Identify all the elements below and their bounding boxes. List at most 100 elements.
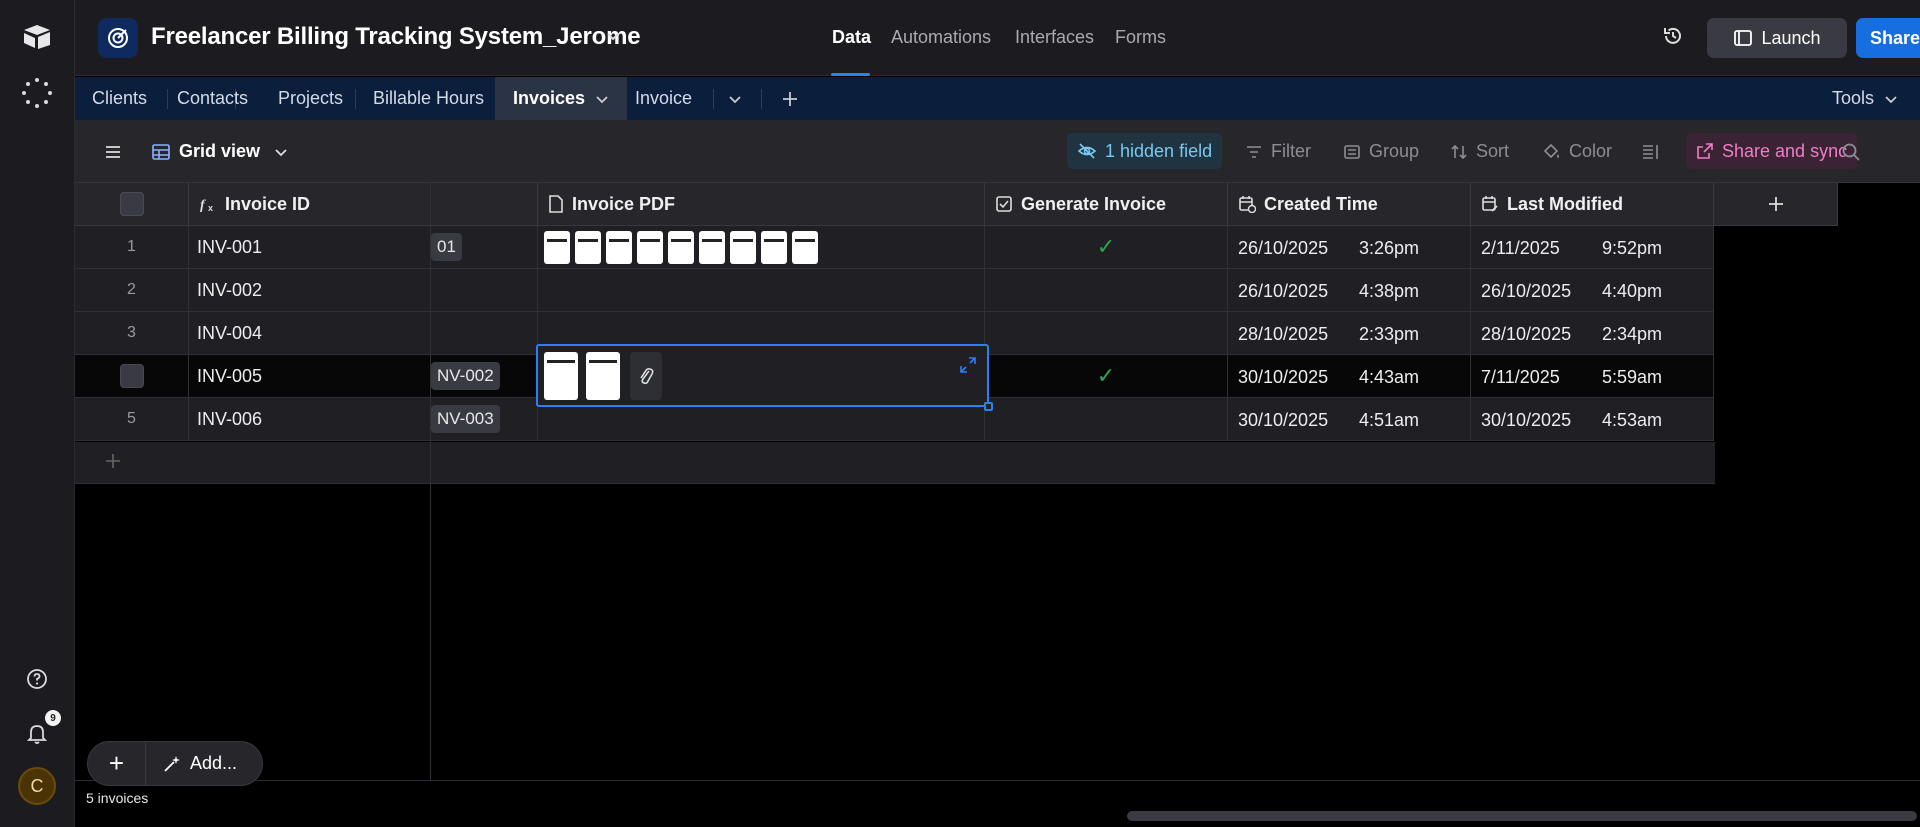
chevron-down-icon[interactable] bbox=[605, 28, 621, 49]
add-table-plus-icon[interactable] bbox=[781, 77, 799, 120]
column-header-generate-invoice[interactable]: Generate Invoice bbox=[985, 183, 1228, 226]
add-record-button[interactable]: + bbox=[88, 741, 146, 786]
date-text: 7/11/2025 bbox=[1481, 367, 1560, 387]
horizontal-scrollbar[interactable] bbox=[1127, 811, 1917, 821]
chevron-down-icon bbox=[1885, 95, 1897, 103]
created-time-cell: 30/10/2025 4:43am bbox=[1228, 355, 1471, 398]
attachment-thumbnail[interactable] bbox=[606, 230, 632, 264]
selected-attachment-cell[interactable] bbox=[536, 344, 993, 411]
share-and-sync-button[interactable]: Share and sync bbox=[1686, 133, 1858, 169]
invoice-pdf-cell[interactable] bbox=[538, 226, 985, 269]
color-button[interactable]: Color bbox=[1541, 120, 1612, 183]
column-header-invoice-pdf[interactable]: Invoice PDF bbox=[538, 183, 985, 226]
linked-record-chip[interactable]: NV-003 bbox=[431, 405, 500, 433]
nav-active-indicator bbox=[831, 73, 870, 76]
base-title[interactable]: Freelancer Billing Tracking System_Jerom… bbox=[151, 23, 641, 51]
tab-invoices[interactable]: Invoices bbox=[495, 77, 628, 120]
add-with-ai-button[interactable]: Add... bbox=[146, 753, 237, 774]
tab-clients[interactable]: Clients bbox=[92, 77, 147, 120]
nav-interfaces[interactable]: Interfaces bbox=[1015, 27, 1094, 48]
history-icon[interactable] bbox=[1661, 24, 1685, 53]
generate-invoice-cell[interactable]: ✓ bbox=[985, 355, 1228, 398]
column-header-last-modified[interactable]: Last Modified bbox=[1471, 183, 1714, 226]
fill-handle[interactable] bbox=[984, 402, 993, 411]
time-text: 3:26pm bbox=[1359, 238, 1420, 258]
row-number-cell: 2 bbox=[75, 269, 189, 312]
expand-icon[interactable] bbox=[959, 356, 977, 379]
attachment-thumbnail[interactable] bbox=[668, 230, 694, 264]
attachment-thumbnail[interactable] bbox=[575, 230, 601, 264]
attachment-thumbnail[interactable] bbox=[761, 230, 787, 264]
nav-automations[interactable]: Automations bbox=[891, 27, 991, 48]
paperclip-icon[interactable] bbox=[630, 351, 662, 400]
add-pill: + Add... bbox=[87, 741, 263, 786]
generate-invoice-cell[interactable] bbox=[985, 269, 1228, 312]
view-bar: Grid view 1 hidden field Filter Group So… bbox=[75, 120, 1920, 183]
sort-button[interactable]: Sort bbox=[1450, 120, 1509, 183]
help-icon[interactable] bbox=[18, 660, 56, 698]
svg-text:x: x bbox=[208, 203, 213, 213]
more-tables-chevron-icon[interactable] bbox=[727, 77, 743, 120]
app-root: 9 C Freelancer Billing Tracking System_J… bbox=[0, 0, 1920, 827]
linked-record-cell[interactable] bbox=[431, 312, 538, 355]
avatar[interactable]: C bbox=[18, 767, 56, 805]
tab-invoice[interactable]: Invoice bbox=[635, 77, 692, 120]
view-switcher[interactable]: Grid view bbox=[151, 120, 288, 183]
attachment-thumbnail[interactable] bbox=[544, 351, 578, 400]
linked-record-cell[interactable]: NV-003 bbox=[431, 398, 538, 441]
share-button[interactable]: Share bbox=[1856, 18, 1920, 58]
nav-data[interactable]: Data bbox=[832, 27, 871, 48]
tools-menu[interactable]: Tools bbox=[1832, 77, 1898, 120]
filter-button[interactable]: Filter bbox=[1245, 120, 1311, 183]
time-text: 5:59am bbox=[1602, 367, 1663, 387]
airtable-logo-icon[interactable] bbox=[18, 18, 56, 56]
linked-record-cell[interactable]: NV-002 bbox=[431, 355, 538, 398]
row-checkbox[interactable] bbox=[119, 364, 144, 388]
group-label: Group bbox=[1369, 141, 1420, 161]
add-field-plus-icon[interactable] bbox=[1714, 183, 1838, 226]
hamburger-icon[interactable] bbox=[103, 120, 123, 183]
column-label: Invoice PDF bbox=[572, 193, 676, 214]
attachment-thumbnail[interactable] bbox=[637, 230, 663, 264]
chevron-down-icon[interactable] bbox=[595, 92, 609, 106]
base-icon[interactable] bbox=[98, 18, 138, 58]
search-icon[interactable] bbox=[1841, 120, 1861, 183]
column-header-created-time[interactable]: Created Time bbox=[1228, 183, 1471, 226]
generate-invoice-cell[interactable] bbox=[985, 398, 1228, 441]
row-height-icon[interactable] bbox=[1641, 120, 1661, 183]
invoice-pdf-cell[interactable] bbox=[538, 269, 985, 312]
nav-forms[interactable]: Forms bbox=[1115, 27, 1166, 48]
select-all-checkbox[interactable] bbox=[119, 192, 144, 216]
attachment-thumbnail[interactable] bbox=[544, 230, 570, 264]
tab-divider bbox=[167, 89, 168, 109]
tab-contacts[interactable]: Contacts bbox=[177, 77, 248, 120]
linked-record-chip[interactable]: 01 bbox=[431, 233, 462, 261]
attachment-thumbnail[interactable] bbox=[699, 230, 725, 264]
top-header: Freelancer Billing Tracking System_Jerom… bbox=[75, 0, 1920, 76]
tab-billable-hours[interactable]: Billable Hours bbox=[373, 77, 484, 120]
linked-record-chip[interactable]: NV-002 bbox=[431, 362, 500, 390]
linked-record-cell[interactable]: 01 bbox=[431, 226, 538, 269]
attachment-thumbnail[interactable] bbox=[792, 230, 818, 264]
attachment-thumbnail[interactable] bbox=[730, 230, 756, 264]
generate-invoice-cell[interactable] bbox=[985, 312, 1228, 355]
hide-fields-button[interactable]: 1 hidden field bbox=[1067, 133, 1223, 169]
linked-record-cell[interactable] bbox=[431, 269, 538, 312]
chevron-down-icon bbox=[275, 148, 287, 156]
launch-button[interactable]: Launch bbox=[1707, 18, 1847, 58]
column-header-invoice-id[interactable]: fx Invoice ID bbox=[189, 183, 431, 226]
column-header-linked[interactable] bbox=[431, 183, 538, 226]
tab-divider bbox=[761, 89, 762, 109]
add-record-row[interactable] bbox=[75, 442, 1715, 484]
last-modified-cell: 26/10/2025 4:40pm bbox=[1471, 269, 1714, 312]
generate-invoice-cell[interactable]: ✓ bbox=[985, 226, 1228, 269]
time-text: 4:43am bbox=[1359, 367, 1420, 387]
attachment-thumbnail[interactable] bbox=[586, 351, 620, 400]
date-text: 28/10/2025 bbox=[1481, 324, 1572, 344]
row-number-cell: 1 bbox=[75, 226, 189, 269]
check-icon: ✓ bbox=[1096, 363, 1116, 388]
date-text: 2/11/2025 bbox=[1481, 238, 1560, 258]
tab-projects[interactable]: Projects bbox=[278, 77, 343, 120]
column-label: Last Modified bbox=[1507, 193, 1623, 214]
group-button[interactable]: Group bbox=[1343, 120, 1419, 183]
